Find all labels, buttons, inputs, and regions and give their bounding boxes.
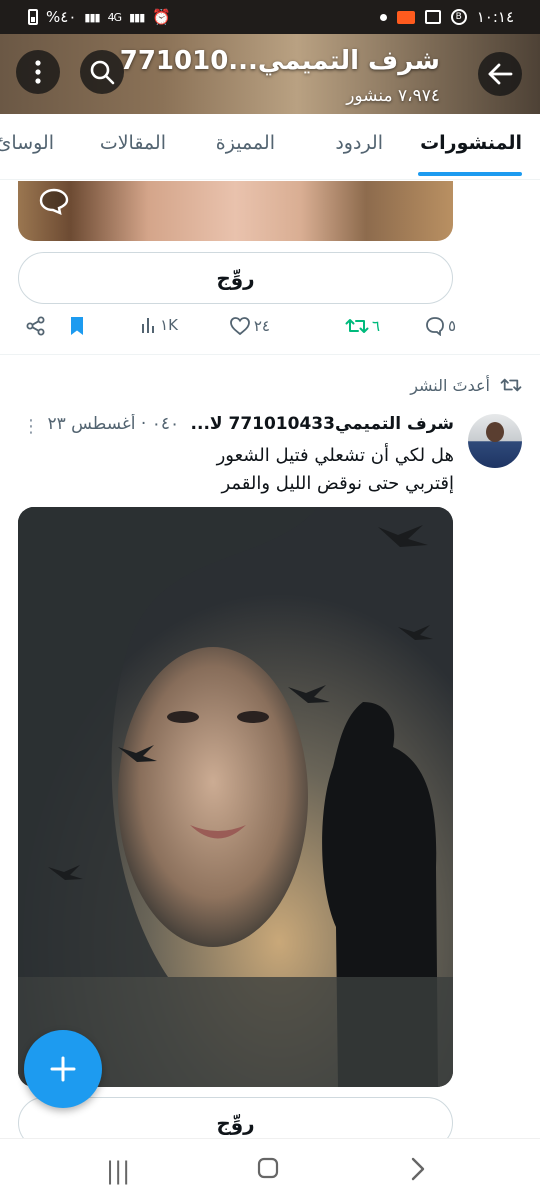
profile-header: شرف التميمي...771010 ٧،٩٧٤ منشور <box>0 34 540 114</box>
more-vertical-icon <box>35 60 41 84</box>
views-icon <box>142 318 155 333</box>
repost-count: ٦ <box>371 317 380 335</box>
post-actions: ٥ ٦ ٢٤ ١K <box>0 312 540 346</box>
badge-icon: B <box>450 9 467 25</box>
signal-icon-2: ▮▮▮ <box>129 10 145 24</box>
status-left: %٤٠ ▮▮▮ 4G ▮▮▮ ⏰ <box>28 8 171 26</box>
more-options-button[interactable] <box>16 50 60 94</box>
post-image[interactable] <box>18 507 453 1087</box>
post-text: هل لكي أن تشعلي فتيل الشعور إقتربي حتى ن… <box>34 442 454 498</box>
share-action[interactable] <box>26 316 46 336</box>
post-divider <box>0 354 540 355</box>
like-action[interactable]: ٢٤ <box>229 316 270 336</box>
post-image-art <box>18 507 453 1087</box>
recents-icon[interactable]: ||| <box>106 1157 130 1185</box>
signal-icon: ▮▮▮ <box>84 10 100 24</box>
battery-percent: %٤٠ <box>46 8 77 26</box>
promote-button[interactable]: روِّج <box>18 252 453 304</box>
share-icon <box>26 316 45 336</box>
alarm-icon: ⏰ <box>152 8 171 26</box>
views-count: ١K <box>160 316 178 334</box>
tab-posts[interactable]: المنشورات <box>420 132 522 154</box>
reply-action[interactable]: ٥ <box>425 316 456 336</box>
status-bar: %٤٠ ▮▮▮ 4G ▮▮▮ ⏰ B ١٠:١٤ <box>0 0 540 34</box>
search-button[interactable] <box>80 50 124 94</box>
home-icon[interactable] <box>257 1157 279 1185</box>
profile-tabs: المنشورات الردود المميزة المقالات الوسائ <box>0 114 540 180</box>
heart-icon <box>229 317 250 336</box>
author-name[interactable]: شرف التميمي771010433 لا... <box>191 414 454 434</box>
tab-indicator <box>418 172 522 176</box>
notification-dot-icon <box>379 13 387 21</box>
reposted-label: أعدتَ النشر <box>410 375 490 395</box>
system-nav-bar: ||| <box>0 1138 540 1200</box>
post-header: شرف التميمي771010433 لا... ٠٤٠ · أغسطس ٢… <box>34 414 454 440</box>
network-type: 4G <box>107 10 122 24</box>
clock: ١٠:١٤ <box>476 8 514 26</box>
battery-icon <box>28 9 38 25</box>
chat-bubble-icon <box>39 188 69 215</box>
repost-action[interactable]: ٦ <box>345 316 380 336</box>
repost-label-row: أعدتَ النشر <box>410 372 522 398</box>
back-button[interactable] <box>478 52 522 96</box>
like-count: ٢٤ <box>253 317 270 335</box>
tab-media[interactable]: الوسائ <box>0 132 54 154</box>
camera-icon <box>396 10 415 24</box>
avatar-face <box>486 422 504 442</box>
bookmark-icon <box>71 317 83 335</box>
tab-replies[interactable]: الردود <box>335 132 383 154</box>
post-meta: ٠٤٠ · أغسطس ٢٣ <box>47 414 180 434</box>
post-count: ٧،٩٧٤ منشور <box>346 86 440 106</box>
calendar-icon <box>424 10 441 24</box>
repost-icon <box>345 319 369 333</box>
bookmark-action[interactable] <box>69 316 85 336</box>
reply-icon <box>426 317 444 336</box>
tab-articles[interactable]: المقالات <box>100 132 166 154</box>
reply-count: ٥ <box>447 317 456 335</box>
post-text-line-1: هل لكي أن تشعلي فتيل الشعور <box>216 445 454 466</box>
compose-button[interactable] <box>24 1030 102 1108</box>
post-more-icon[interactable]: ⋮ <box>22 416 40 437</box>
plus-icon <box>50 1056 76 1082</box>
repost-small-icon <box>500 378 522 392</box>
back-nav-icon[interactable] <box>410 1157 426 1187</box>
avatar[interactable] <box>468 414 522 468</box>
search-icon <box>90 60 115 85</box>
previous-post-image[interactable] <box>18 181 453 241</box>
tab-highlights[interactable]: المميزة <box>216 132 275 154</box>
arrow-left-icon <box>488 63 513 85</box>
post-text-line-2: إقتربي حتى نوقض الليل والقمر <box>221 473 454 494</box>
status-right: B ١٠:١٤ <box>379 8 514 26</box>
views-action[interactable]: ١K <box>141 316 178 334</box>
profile-title: شرف التميمي...771010 <box>119 46 440 76</box>
